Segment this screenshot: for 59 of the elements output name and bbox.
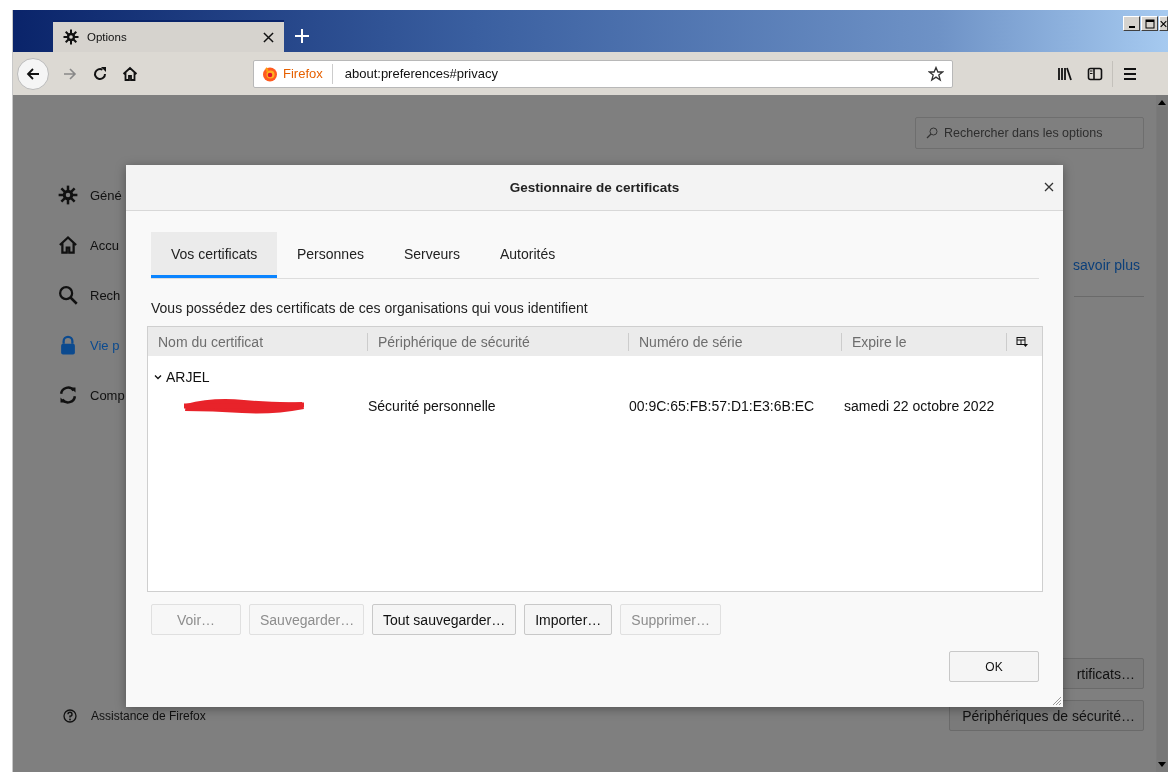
close-icon bbox=[1160, 18, 1167, 29]
tree-row[interactable]: ARJEL bbox=[148, 368, 210, 385]
forward-icon[interactable] bbox=[62, 65, 78, 82]
tab[interactable]: Personnes bbox=[277, 232, 384, 278]
sidebar-item[interactable]: Comp bbox=[58, 383, 193, 407]
back-arrow-icon bbox=[25, 65, 41, 82]
menu-icon[interactable] bbox=[1122, 65, 1138, 82]
identity-label: Firefox bbox=[283, 66, 323, 81]
chevron-icon bbox=[154, 372, 162, 381]
sync-icon bbox=[58, 385, 78, 405]
ok-button[interactable]: OK bbox=[949, 651, 1039, 682]
search-icon bbox=[926, 127, 938, 139]
scroll-down-icon[interactable] bbox=[1158, 762, 1166, 768]
search-icon bbox=[58, 285, 78, 305]
learn-more-link[interactable]: savoir plus bbox=[1073, 257, 1140, 273]
home-icon[interactable] bbox=[122, 65, 138, 82]
table-cell-text: 00:9C:65:FB:57:D1:E3:6B:EC bbox=[629, 397, 816, 414]
table-cell-text: Sécurité personnelle bbox=[368, 397, 497, 414]
firefox-logo-icon bbox=[262, 65, 278, 82]
tab[interactable]: Vos certificats bbox=[151, 232, 277, 278]
sidebar-item[interactable]: Géné bbox=[58, 183, 193, 207]
reload-icon[interactable] bbox=[92, 65, 108, 82]
help-icon bbox=[63, 709, 77, 723]
tab[interactable]: Autorités bbox=[479, 232, 576, 278]
column-header[interactable]: Expire le bbox=[842, 332, 1007, 351]
maximize-icon bbox=[1144, 18, 1155, 29]
scrollbar[interactable] bbox=[1156, 95, 1168, 772]
scroll-up-icon[interactable] bbox=[1158, 99, 1166, 105]
browser-tab[interactable]: Options bbox=[53, 20, 284, 52]
new-tab-icon[interactable] bbox=[295, 29, 309, 43]
maximize-button[interactable] bbox=[1141, 16, 1158, 31]
gear-icon bbox=[63, 29, 79, 45]
home-icon bbox=[58, 235, 78, 255]
dialog-button[interactable]: Importer… bbox=[524, 604, 613, 635]
search-field[interactable]: Rechercher dans les options bbox=[915, 117, 1144, 149]
url-text: about:preferences#privacy bbox=[344, 66, 499, 81]
column-picker-icon[interactable] bbox=[1016, 335, 1028, 348]
description-text: Vous possédez des certificats de ces organisations qui vous identifient bbox=[151, 300, 589, 316]
address-bar[interactable]: Firefox about:preferences#privacy bbox=[253, 59, 953, 88]
support-link[interactable]: Assistance de Firefox bbox=[63, 709, 206, 723]
back-button[interactable] bbox=[17, 57, 49, 90]
minimize-icon bbox=[1128, 25, 1135, 28]
minimize-button[interactable] bbox=[1123, 16, 1140, 31]
column-header[interactable]: Numéro de série bbox=[629, 332, 842, 351]
dialog-button[interactable]: Tout sauvegarder… bbox=[372, 604, 517, 635]
star-icon[interactable] bbox=[928, 65, 944, 82]
column-header[interactable]: Nom du certificat bbox=[148, 332, 368, 351]
tab[interactable]: Serveurs bbox=[383, 232, 480, 278]
table-cell-text: samedi 22 octobre 2022 bbox=[844, 397, 996, 414]
library-icon[interactable] bbox=[1057, 65, 1073, 82]
close-icon[interactable] bbox=[263, 31, 274, 43]
dialog-title: Gestionnaire de certificats bbox=[509, 180, 680, 195]
sidebar-icon[interactable] bbox=[1087, 65, 1103, 82]
column-header[interactable]: Périphérique de sécurité bbox=[368, 332, 629, 351]
close-button[interactable] bbox=[1159, 16, 1168, 31]
lock-icon bbox=[58, 335, 78, 355]
resize-grip-icon[interactable] bbox=[1050, 694, 1062, 706]
close-icon[interactable] bbox=[1044, 182, 1054, 192]
gear-icon bbox=[58, 185, 78, 205]
